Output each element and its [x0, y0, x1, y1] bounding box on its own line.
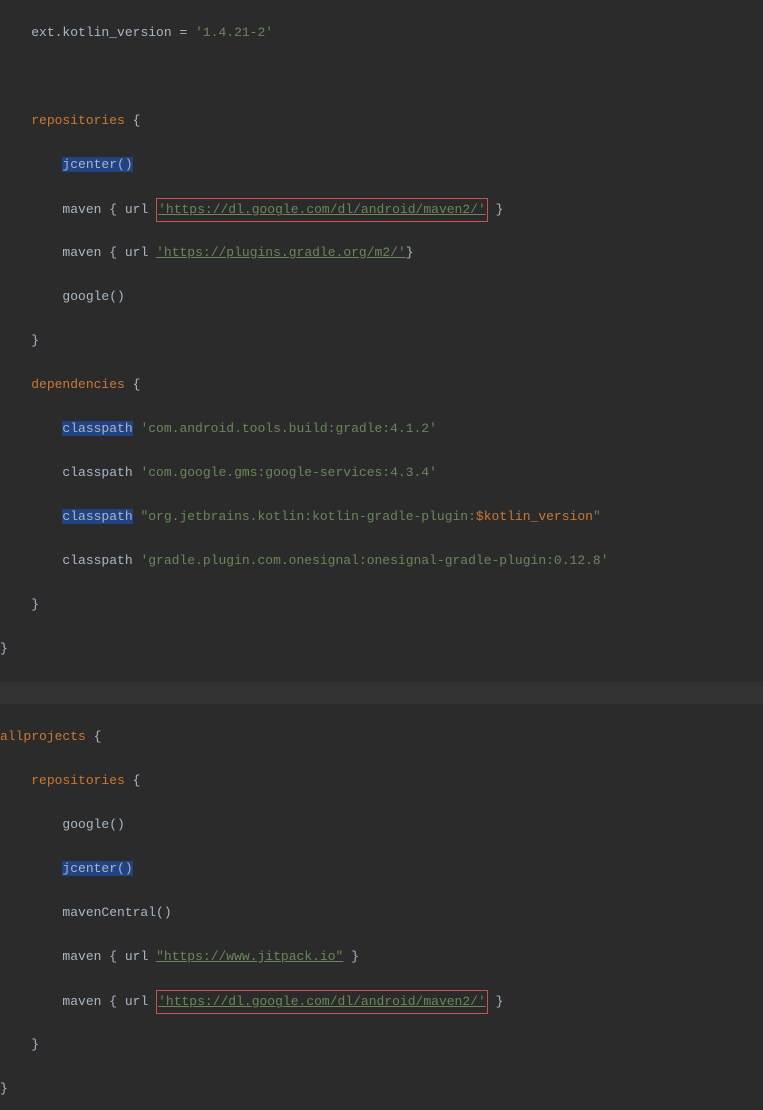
keyword-repositories: repositories — [31, 773, 125, 788]
maven-call: maven — [62, 245, 101, 260]
code-line: mavenCentral() — [0, 902, 763, 924]
maven-call: maven — [62, 202, 101, 217]
brace: } — [31, 1037, 39, 1052]
brace: } — [496, 202, 504, 217]
code-line: jcenter() — [0, 154, 763, 176]
code-line: } — [0, 594, 763, 616]
string-literal: "org.jetbrains.kotlin:kotlin-gradle-plug… — [140, 509, 475, 524]
brace: } — [0, 1081, 8, 1096]
brace: } — [496, 994, 504, 1009]
code-line: google() — [0, 814, 763, 836]
highlighted-classpath: classpath — [62, 509, 132, 524]
mavenCentral-call: mavenCentral() — [62, 905, 171, 920]
string-literal: 'com.android.tools.build:gradle:4.1.2' — [140, 421, 436, 436]
code-line: classpath 'com.google.gms:google-service… — [0, 462, 763, 484]
brace: { — [109, 994, 117, 1009]
highlighted-classpath: classpath — [62, 421, 132, 436]
brace: { — [109, 202, 117, 217]
google-call: google() — [62, 817, 124, 832]
brace: { — [94, 729, 102, 744]
code-editor[interactable]: ext.kotlin_version = '1.4.21-2' reposito… — [0, 0, 763, 1110]
brace: { — [109, 949, 117, 964]
google-call: google() — [62, 289, 124, 304]
url-keyword: url — [125, 949, 148, 964]
variable: $kotlin_version — [476, 509, 593, 524]
url-string: "https://www.jitpack.io" — [156, 949, 343, 964]
code-line: } — [0, 1078, 763, 1100]
highlighted-jcenter: jcenter() — [62, 861, 132, 876]
maven-call: maven — [62, 994, 101, 1009]
text: .kotlin_version = — [55, 25, 195, 40]
code-line: google() — [0, 286, 763, 308]
cursor-line[interactable] — [0, 682, 763, 704]
brace: } — [0, 641, 8, 656]
brace: { — [109, 245, 117, 260]
brace: { — [133, 773, 141, 788]
string-literal: 'gradle.plugin.com.onesignal:onesignal-g… — [140, 553, 608, 568]
string-literal: 'com.google.gms:google-services:4.3.4' — [140, 465, 436, 480]
code-line: allprojects { — [0, 726, 763, 748]
code-line: dependencies { — [0, 374, 763, 396]
code-line: repositories { — [0, 110, 763, 132]
brace: { — [133, 113, 141, 128]
string-literal: '1.4.21-2' — [195, 25, 273, 40]
brace: { — [133, 377, 141, 392]
code-line: ext.kotlin_version = '1.4.21-2' — [0, 22, 763, 44]
code-line: } — [0, 1034, 763, 1056]
code-line: jcenter() — [0, 858, 763, 880]
code-line: maven { url 'https://dl.google.com/dl/an… — [0, 990, 763, 1012]
url-string: 'https://dl.google.com/dl/android/maven2… — [158, 202, 486, 217]
url-string: 'https://plugins.gradle.org/m2/' — [156, 245, 406, 260]
code-line: classpath 'com.android.tools.build:gradl… — [0, 418, 763, 440]
highlighted-jcenter: jcenter() — [62, 157, 132, 172]
string-literal: " — [593, 509, 601, 524]
code-line: repositories { — [0, 770, 763, 792]
url-string: 'https://dl.google.com/dl/android/maven2… — [158, 994, 486, 1009]
brace: } — [31, 333, 39, 348]
keyword-repositories: repositories — [31, 113, 125, 128]
keyword-dependencies: dependencies — [31, 377, 125, 392]
code-line: maven { url 'https://dl.google.com/dl/an… — [0, 198, 763, 220]
keyword-allprojects: allprojects — [0, 729, 86, 744]
code-line: maven { url 'https://plugins.gradle.org/… — [0, 242, 763, 264]
brace: } — [351, 949, 359, 964]
url-keyword: url — [125, 994, 148, 1009]
keyword-ext: ext — [31, 25, 54, 40]
classpath: classpath — [62, 465, 132, 480]
code-line — [0, 66, 763, 88]
classpath: classpath — [62, 553, 132, 568]
url-keyword: url — [125, 245, 148, 260]
code-line: } — [0, 638, 763, 660]
code-line: classpath 'gradle.plugin.com.onesignal:o… — [0, 550, 763, 572]
code-line: maven { url "https://www.jitpack.io" } — [0, 946, 763, 968]
code-line: } — [0, 330, 763, 352]
url-keyword: url — [125, 202, 148, 217]
brace: } — [406, 245, 414, 260]
code-line: classpath "org.jetbrains.kotlin:kotlin-g… — [0, 506, 763, 528]
maven-call: maven — [62, 949, 101, 964]
brace: } — [31, 597, 39, 612]
